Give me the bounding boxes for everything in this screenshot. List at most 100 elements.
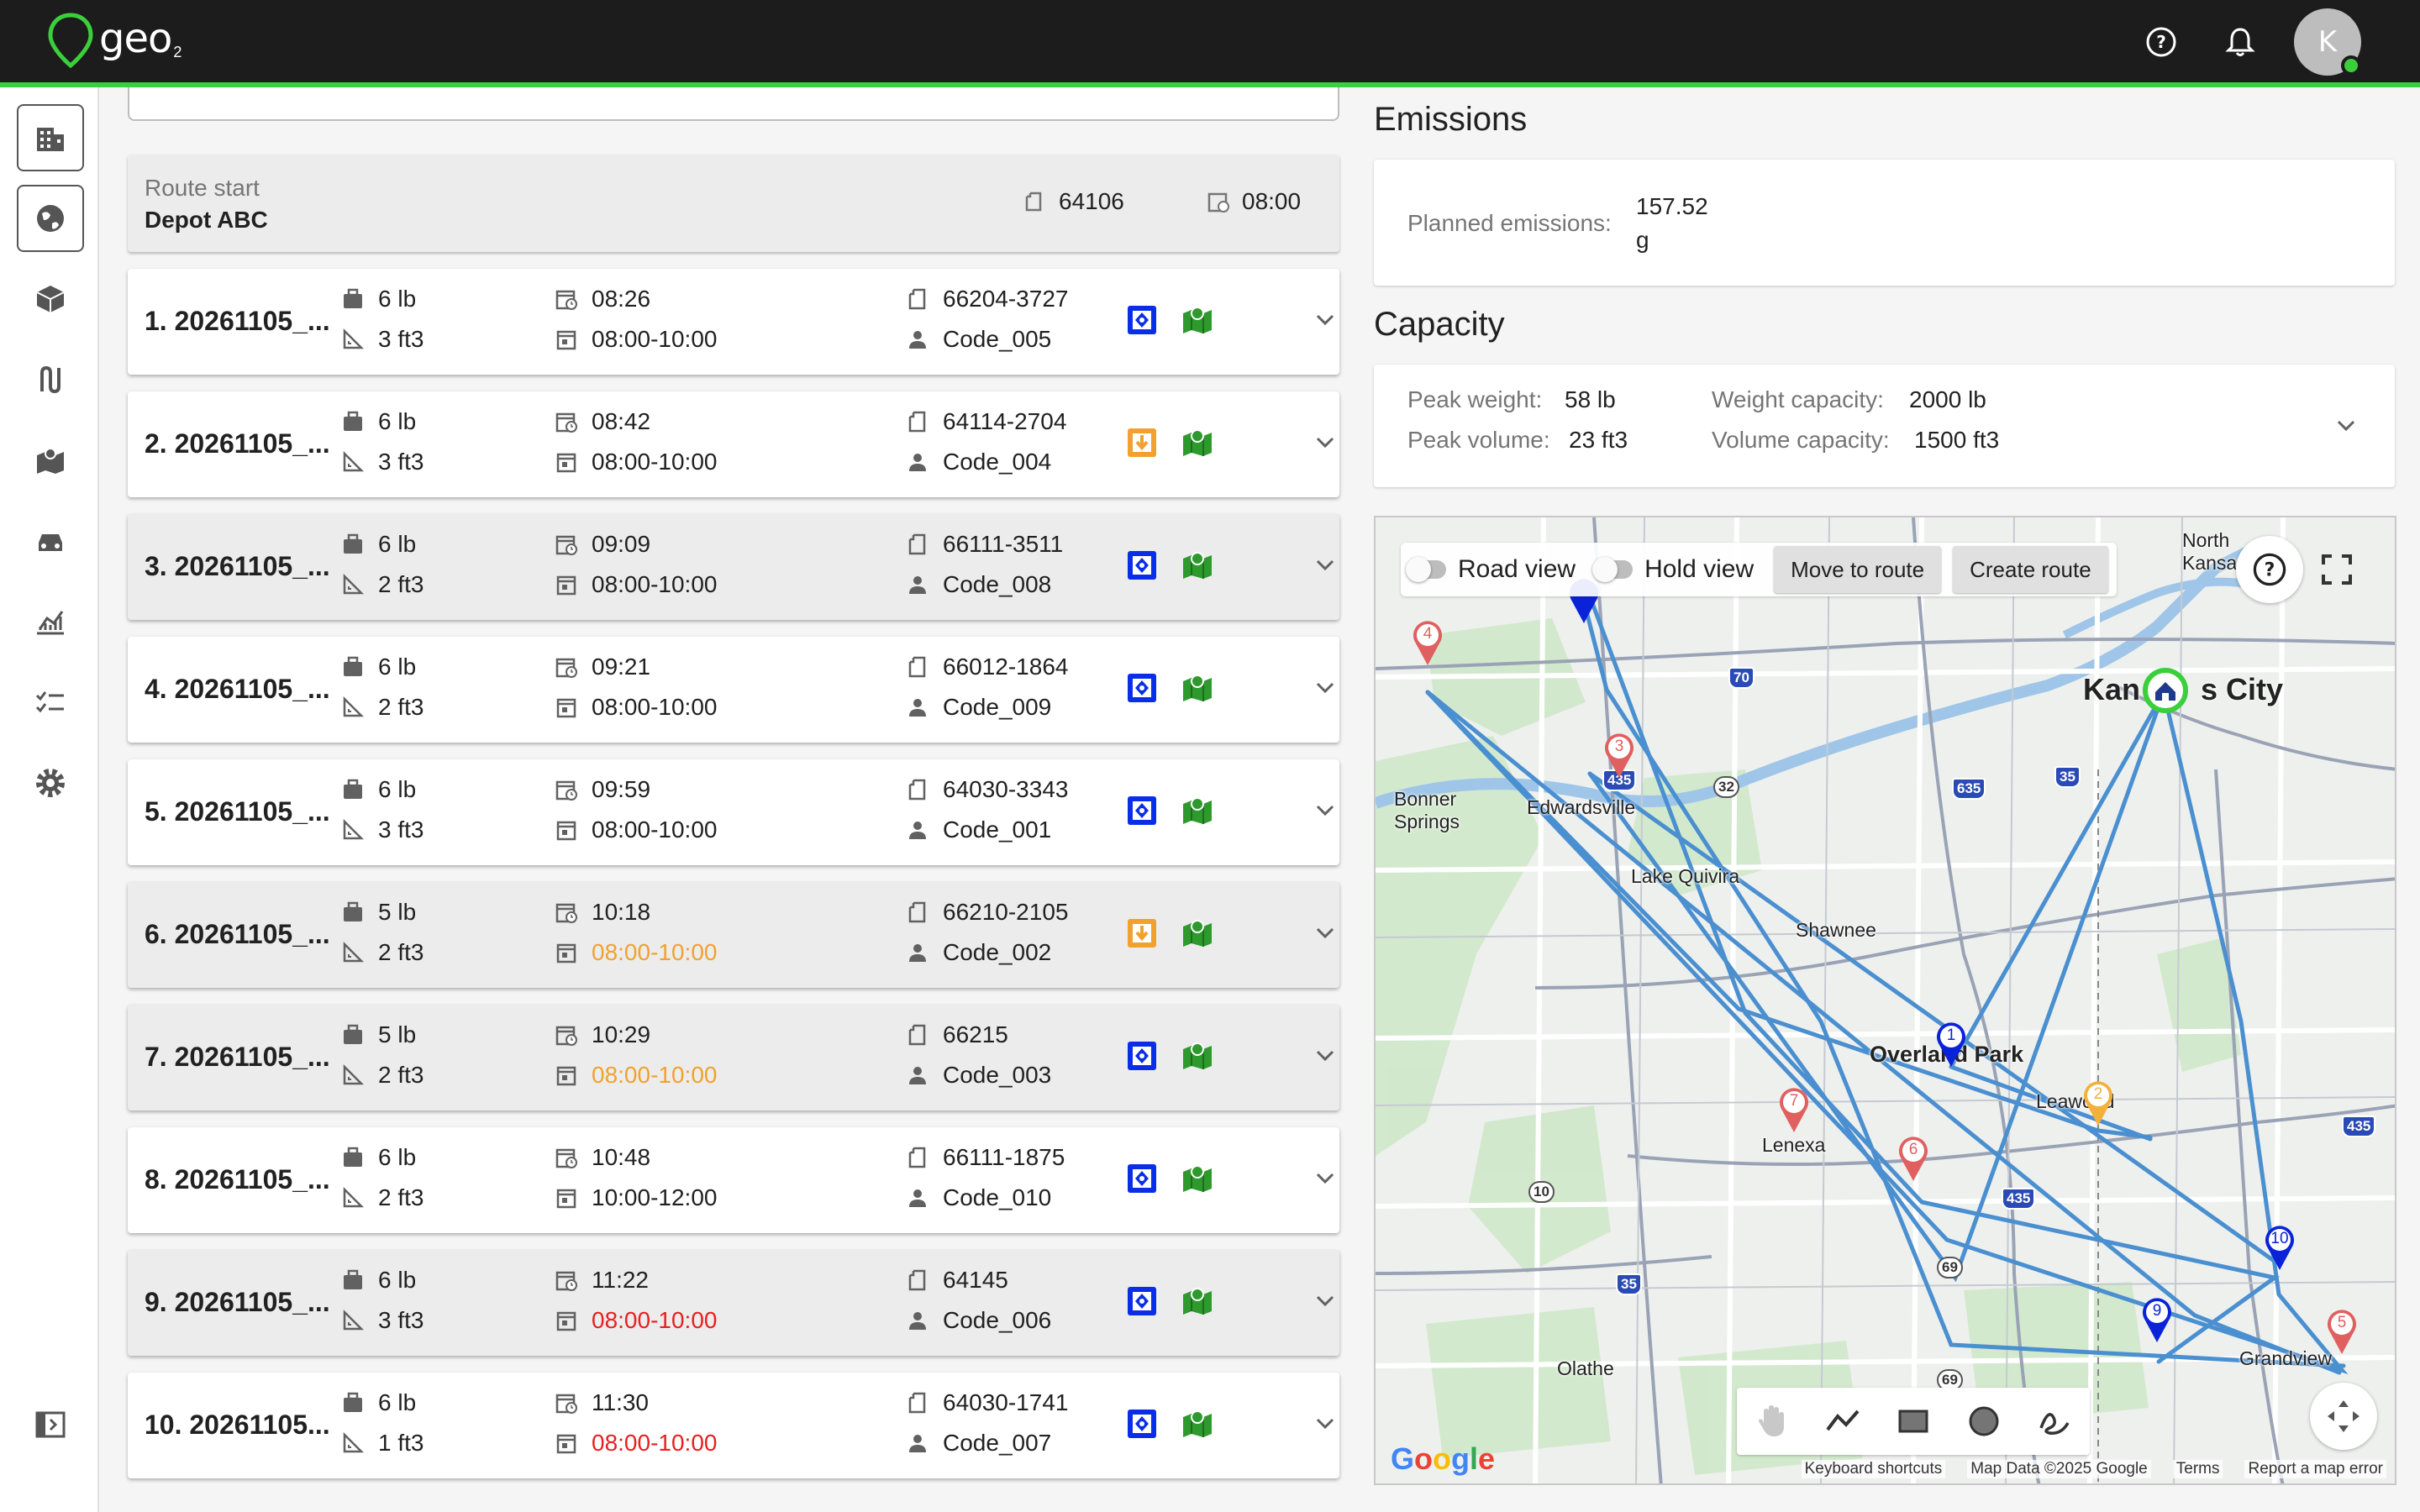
chevron-down-icon[interactable] — [2333, 413, 2359, 438]
stop-card[interactable]: 10. 20261105... 6 lb 1 ft3 11:30 08:00-10:00… — [128, 1373, 1339, 1478]
show-on-map-button[interactable] — [1180, 306, 1215, 338]
circle-icon[interactable] — [1965, 1403, 2002, 1440]
stop-card[interactable]: 6. 20261105_... 5 lb 2 ft3 10:18 08:00-10:00… — [128, 882, 1339, 988]
keyboard-shortcuts-link[interactable]: Keyboard shortcuts — [1801, 1460, 1946, 1478]
stop-type-button[interactable] — [1126, 550, 1158, 583]
road-view-toggle[interactable] — [1406, 557, 1446, 582]
place-s-city: s City — [2201, 672, 2284, 706]
stop-type-button[interactable] — [1126, 1163, 1158, 1196]
sidebar-item-locations[interactable] — [17, 104, 84, 171]
app-logo[interactable]: geo 2 — [47, 12, 182, 71]
collapse-sidebar-button[interactable] — [17, 1391, 84, 1458]
stop-type-button[interactable] — [1126, 673, 1158, 706]
stop-weight: 6 lb — [341, 1267, 416, 1294]
place-springs: Springs — [1394, 811, 1460, 832]
stop-card[interactable]: 3. 20261105_... 6 lb 2 ft3 09:09 08:00-10:00… — [128, 514, 1339, 620]
sidebar-item-orders[interactable] — [17, 265, 84, 333]
peak-volume-label: Peak volume: — [1407, 427, 1550, 453]
stop-type-button[interactable] — [1126, 918, 1158, 951]
route-marker-6[interactable]: 6 — [1895, 1134, 1932, 1184]
stop-type-button[interactable] — [1126, 305, 1158, 338]
delivery-icon — [1126, 1408, 1158, 1444]
expand-stop-button[interactable] — [1313, 1166, 1338, 1195]
calendar-icon — [555, 328, 578, 351]
expand-stop-button[interactable] — [1313, 798, 1338, 827]
stop-title: 8. 20261105_... — [145, 1164, 330, 1194]
route-marker-label: 3 — [1614, 738, 1624, 755]
notifications-button[interactable] — [2220, 22, 2260, 62]
sidebar-item-vehicles[interactable] — [17, 507, 84, 575]
show-on-map-button[interactable] — [1180, 1164, 1215, 1196]
show-on-map-button[interactable] — [1180, 551, 1215, 583]
peak-weight-value: 58 lb — [1565, 386, 1616, 412]
route-icon — [40, 365, 60, 394]
map-pan-control[interactable] — [2310, 1383, 2377, 1450]
report-error-link[interactable]: Report a map error — [2244, 1460, 2386, 1478]
postal-code-icon — [906, 287, 929, 311]
expand-stop-button[interactable] — [1313, 1411, 1338, 1441]
stop-card[interactable]: 7. 20261105_... 5 lb 2 ft3 10:29 08:00-10:00… — [128, 1005, 1339, 1110]
sidebar-item-routing[interactable] — [17, 185, 84, 252]
stop-card[interactable]: 2. 20261105_... 6 lb 3 ft3 08:42 08:00-10:00… — [128, 391, 1339, 497]
route-marker-7[interactable]: 7 — [1776, 1085, 1812, 1136]
show-on-map-button[interactable] — [1180, 674, 1215, 706]
stop-type-button[interactable] — [1126, 1041, 1158, 1074]
stop-window-value: 08:00-10:00 — [592, 694, 718, 720]
sidebar-item-tasks[interactable] — [17, 669, 84, 736]
fullscreen-button[interactable] — [2303, 536, 2370, 603]
stop-type-button[interactable] — [1126, 428, 1158, 460]
freehand-icon[interactable] — [2036, 1403, 2073, 1440]
sidebar-item-map[interactable] — [17, 427, 84, 494]
expand-stop-button[interactable] — [1313, 430, 1338, 459]
stop-card[interactable]: 1. 20261105_... 6 lb 3 ft3 08:26 08:00-10:00… — [128, 269, 1339, 375]
depot-home-icon[interactable] — [2140, 665, 2191, 716]
stop-postal-value: 64030-3343 — [943, 776, 1069, 802]
show-on-map-button[interactable] — [1180, 796, 1215, 828]
stop-type-button[interactable] — [1126, 1408, 1158, 1444]
fullscreen-icon — [2322, 554, 2352, 585]
calendar-icon — [555, 1431, 578, 1455]
route-marker-1[interactable]: 1 — [1933, 1020, 1970, 1070]
weight-bag-icon — [341, 410, 365, 433]
route-marker-2[interactable]: 2 — [2080, 1079, 2117, 1129]
show-on-map-button[interactable] — [1180, 1042, 1215, 1074]
show-on-map-button[interactable] — [1180, 919, 1215, 951]
route-marker-5[interactable]: 5 — [2323, 1307, 2360, 1357]
hold-view-toggle[interactable] — [1592, 557, 1634, 582]
show-on-map-button[interactable] — [1180, 1287, 1215, 1319]
expand-stop-button[interactable] — [1313, 1043, 1338, 1073]
rectangle-icon[interactable] — [1895, 1403, 1932, 1440]
stop-card[interactable]: 4. 20261105_... 6 lb 2 ft3 09:21 08:00-10:00… — [128, 637, 1339, 743]
hand-icon[interactable] — [1754, 1403, 1791, 1440]
route-marker-9[interactable]: 9 — [2139, 1295, 2175, 1346]
capacity-card[interactable]: Peak weight: 58 lb Peak volume: 23 ft3 W… — [1374, 365, 2395, 487]
create-route-button[interactable]: Create route — [1953, 546, 2108, 593]
expand-stop-button[interactable] — [1313, 921, 1338, 950]
show-on-map-button[interactable] — [1180, 1410, 1215, 1441]
polyline-icon[interactable] — [1824, 1403, 1861, 1440]
help-button[interactable]: ? — [2141, 22, 2181, 62]
route-map[interactable]: North Kansas City Kan s City Bonner Springs… — [1374, 516, 2396, 1485]
stop-card[interactable]: 5. 20261105_... 6 lb 3 ft3 09:59 08:00-10:00… — [128, 759, 1339, 865]
stop-volume: 2 ft3 — [341, 1184, 424, 1211]
sidebar-item-settings[interactable] — [17, 749, 84, 816]
show-on-map-button[interactable] — [1180, 428, 1215, 460]
expand-stop-button[interactable] — [1313, 307, 1338, 337]
terms-link[interactable]: Terms — [2172, 1460, 2223, 1478]
stop-type-button[interactable] — [1126, 795, 1158, 828]
search-input[interactable] — [128, 87, 1339, 121]
route-marker-10[interactable]: 10 — [2261, 1223, 2298, 1273]
expand-stop-button[interactable] — [1313, 1289, 1338, 1318]
sidebar-item-routes[interactable] — [17, 346, 84, 413]
stop-card[interactable]: 9. 20261105_... 6 lb 3 ft3 11:22 08:00-10:00… — [128, 1250, 1339, 1356]
stop-type-button[interactable] — [1126, 1286, 1158, 1319]
stop-card[interactable]: 8. 20261105_... 6 lb 2 ft3 10:48 10:00-12:00… — [128, 1127, 1339, 1233]
map-help-button[interactable]: ? — [2236, 536, 2303, 603]
sidebar-item-analytics[interactable] — [17, 588, 84, 655]
move-to-route-button[interactable]: Move to route — [1774, 546, 1942, 593]
route-marker-3[interactable]: 3 — [1601, 731, 1638, 781]
expand-stop-button[interactable] — [1313, 675, 1338, 705]
expand-stop-button[interactable] — [1313, 553, 1338, 582]
route-marker-4[interactable]: 4 — [1409, 618, 1446, 669]
calendar-icon — [555, 941, 578, 964]
